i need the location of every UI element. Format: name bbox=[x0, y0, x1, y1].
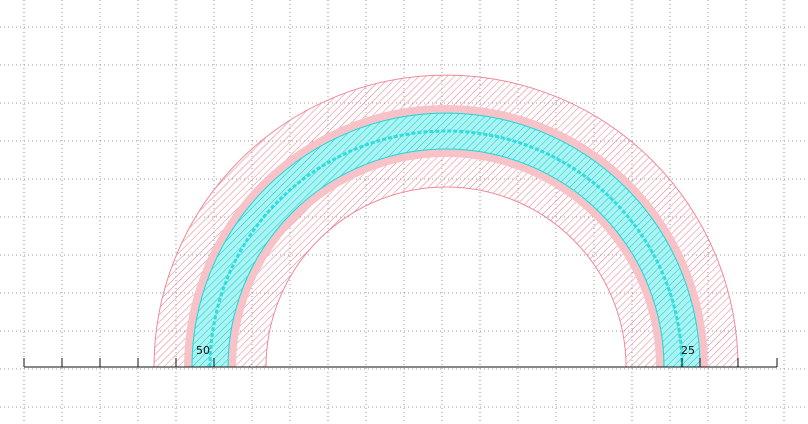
ruler-label-left: 50 bbox=[196, 344, 210, 357]
waveguide-arc[interactable] bbox=[153, 74, 739, 368]
ruler-label-right: 25 bbox=[681, 344, 695, 357]
layout-canvas[interactable]: 50 25 bbox=[0, 0, 808, 424]
layout-view[interactable]: 50 25 bbox=[0, 0, 808, 424]
